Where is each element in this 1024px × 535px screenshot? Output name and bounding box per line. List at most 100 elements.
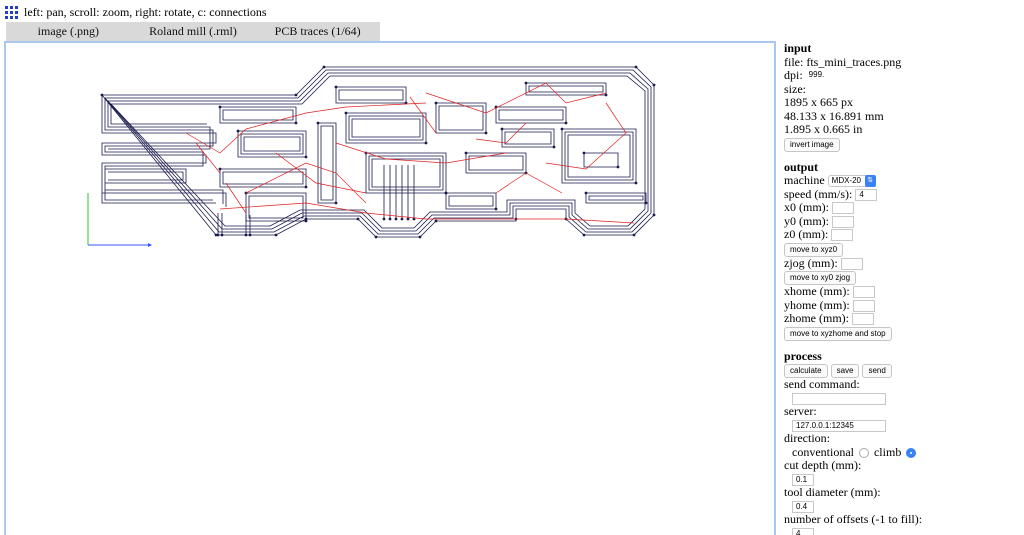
pad-dot	[316, 121, 320, 125]
pad-dot	[294, 121, 298, 125]
toolpath-viewport[interactable]	[4, 41, 776, 535]
pad-dot	[634, 65, 638, 69]
pad-dot	[304, 185, 308, 189]
speed-input[interactable]: 4	[855, 188, 878, 201]
direction-row: conventional climb	[784, 444, 1020, 460]
size-px: 1895 x 665 px	[784, 95, 853, 109]
pad-dot	[494, 207, 498, 211]
save-button[interactable]: save	[830, 364, 860, 378]
settings-panel: input file: fts_mini_traces.png dpi: 999…	[784, 41, 1020, 535]
file-label: file: fts_mini_traces.png	[784, 54, 902, 69]
pad-dot	[564, 121, 568, 125]
pad-dot	[484, 131, 488, 135]
axis-gizmo	[87, 193, 152, 247]
send-button[interactable]: send	[862, 364, 892, 378]
pad-dot	[388, 217, 392, 221]
pad-dot	[218, 105, 222, 109]
pad-dot	[334, 85, 338, 89]
machine-select-value: MDX-20	[831, 176, 861, 186]
pcb-toolpath-traces	[101, 66, 655, 238]
pad-dot	[304, 219, 308, 223]
cut-depth-input[interactable]: 0.1	[792, 473, 814, 486]
pad-dot	[274, 233, 278, 237]
pad-dot	[634, 181, 638, 185]
tab-image-png[interactable]: image (.png)	[6, 22, 131, 41]
yhome-input[interactable]	[852, 299, 875, 312]
yhome-label: yhome (mm):	[784, 297, 850, 312]
direction-label: direction:	[784, 431, 830, 445]
pad-dot	[374, 235, 378, 239]
pad-dot	[294, 93, 298, 97]
size-in: 1.895 x 0.665 in	[784, 122, 863, 136]
conventional-label: conventional	[792, 444, 854, 459]
zhome-label: zhome (mm):	[784, 311, 849, 325]
pad-dot	[406, 217, 410, 221]
x-axis-arrow	[148, 243, 152, 247]
pad-dot	[524, 81, 528, 85]
help-text: left: pan, scroll: zoom, right: rotate, …	[24, 5, 267, 19]
pad-dot	[632, 233, 636, 237]
pad-dot	[582, 233, 586, 237]
z0-input[interactable]	[831, 229, 854, 242]
toolpath-canvas[interactable]	[6, 43, 774, 535]
machine-row: machine MDX-20 ⇅	[784, 173, 1020, 188]
top-bar: left: pan, scroll: zoom, right: rotate, …	[0, 0, 780, 22]
size-label: size:	[784, 81, 806, 96]
pad-dot	[418, 235, 422, 239]
offsets-input[interactable]: 4	[792, 527, 814, 535]
input-section-title: input	[784, 41, 812, 55]
move-to-xyz0-button[interactable]: move to xyz0	[784, 242, 844, 257]
pad-dot	[334, 201, 338, 205]
pad-dot	[644, 201, 648, 205]
z0-label: z0 (mm):	[784, 227, 829, 241]
pad-dot	[218, 167, 222, 171]
pad-dot	[604, 93, 608, 97]
process-section-title: process	[784, 348, 822, 363]
pad-dot	[220, 233, 224, 237]
server-label: server:	[784, 404, 817, 418]
pad-dot	[434, 101, 438, 105]
cut-depth-label: cut depth (mm):	[784, 458, 862, 472]
machine-label: machine	[784, 173, 825, 187]
conventional-radio[interactable]	[858, 447, 869, 458]
tab-pcb-traces[interactable]: PCB traces (1/64)	[255, 22, 380, 41]
dpi-label: dpi:	[784, 68, 803, 82]
pad-dot	[322, 65, 326, 69]
zjog-label: zjog (mm):	[784, 255, 838, 270]
speed-label: speed (mm/s):	[784, 186, 853, 201]
server-input[interactable]: 127.0.0.1:12345	[792, 419, 886, 432]
zjog-input[interactable]	[840, 257, 863, 270]
x0-input[interactable]	[832, 202, 854, 215]
machine-select[interactable]: MDX-20 ⇅	[827, 175, 876, 188]
pad-dot	[616, 165, 620, 169]
size-mm: 48.133 x 16.891 mm	[784, 108, 884, 123]
zhome-input[interactable]	[851, 313, 874, 326]
dpi-value: 999.	[805, 70, 828, 83]
dpi-row: dpi: 999.	[784, 68, 1020, 83]
y0-input[interactable]	[832, 215, 854, 228]
pad-dot	[584, 191, 588, 195]
pad-dot	[304, 155, 308, 159]
xhome-input[interactable]	[852, 286, 875, 299]
pad-dot	[400, 217, 404, 221]
calculate-button[interactable]: calculate	[784, 364, 828, 378]
send-command-input[interactable]	[792, 392, 886, 405]
pad-dot	[100, 93, 104, 97]
tool-diameter-input[interactable]: 0.4	[792, 500, 814, 513]
chevron-updown-icon: ⇅	[864, 175, 876, 188]
pad-dot	[394, 217, 398, 221]
tab-roland-mill[interactable]: Roland mill (.rml)	[131, 22, 256, 41]
pad-dot	[582, 151, 586, 155]
pad-dot	[216, 233, 220, 237]
move-to-xy0-zjog-button[interactable]: move to xy0 zjog	[784, 271, 857, 285]
invert-image-button[interactable]: invert image	[784, 137, 840, 152]
move-to-xyzhome-stop-button[interactable]: move to xyzhome and stop	[784, 326, 892, 341]
pad-dot	[244, 233, 248, 237]
pad-dot	[382, 217, 386, 221]
x0-label: x0 (mm):	[784, 200, 829, 214]
pad-dot	[356, 217, 360, 221]
climb-label: climb	[873, 444, 902, 459]
pad-dot	[434, 219, 438, 223]
output-section-title: output	[784, 159, 819, 174]
climb-radio[interactable]	[906, 447, 917, 458]
